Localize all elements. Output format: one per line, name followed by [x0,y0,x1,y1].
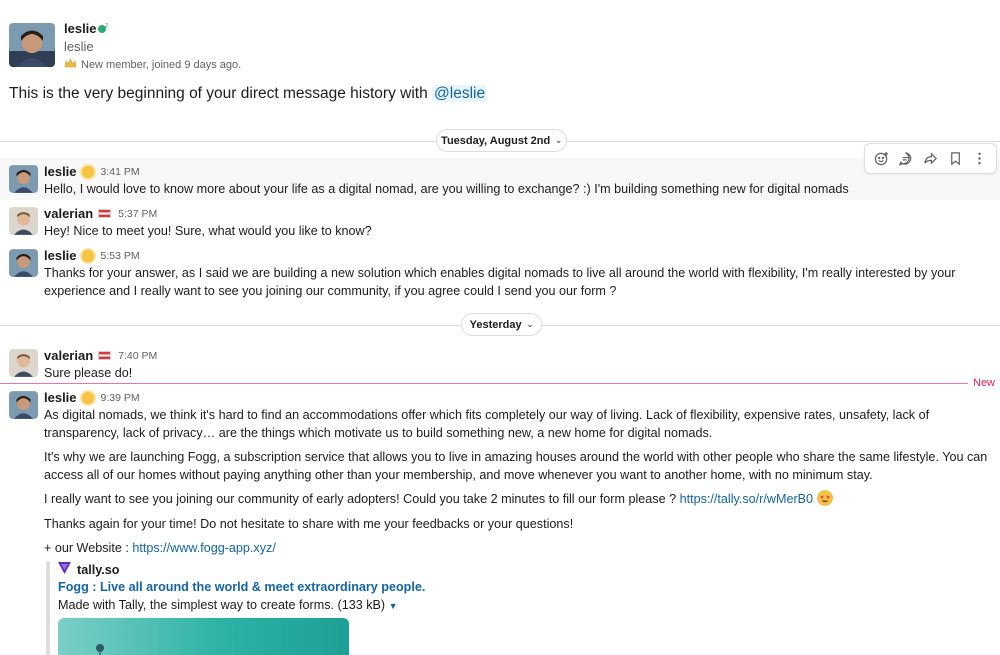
chevron-down-icon: ⌄ [526,320,534,329]
message-header: leslie 5:53 PM [44,248,140,263]
date-divider-tuesday[interactable]: Tuesday, August 2nd ⌄ [436,129,567,152]
valerian-avatar[interactable] [9,207,38,235]
message-text: Hey! Nice to meet you! Sure, what would … [44,224,372,238]
sun-badge-icon [81,249,94,262]
message-text: Thanks for your answer, as I said we are… [44,266,956,298]
leslie-avatar-large[interactable] [9,23,55,67]
message-paragraph: As digital nomads, we think it's hard to… [44,408,930,440]
message-header: valerian 7:40 PM [44,348,157,363]
message-header: leslie 3:41 PM [44,164,140,179]
bookmark-icon[interactable] [944,148,966,170]
unfurl-site: tally.so [58,562,119,577]
unfurl-accent-bar [46,561,50,655]
unfurl-title-link[interactable]: Fogg : Live all around the world & meet … [58,580,425,594]
message-paragraph: It's why we are launching Fogg, a subscr… [44,450,988,482]
new-messages-label: New [973,377,996,389]
date-divider-yesterday[interactable]: Yesterday ⌄ [461,313,542,336]
sun-badge-icon [81,165,94,178]
paragraph-text: + our Website : [44,541,129,555]
unfurl-site-name[interactable]: tally.so [77,563,119,577]
star-struck-emoji-icon [816,490,833,506]
new-messages-line [0,383,968,384]
tally-form-link[interactable]: https://tally.so/r/wMerB0 [680,492,813,506]
date-label: Yesterday [469,318,522,331]
reply-in-thread-icon[interactable] [895,148,917,170]
intro-username[interactable]: leslie [64,21,97,36]
author-name[interactable]: leslie [44,248,77,263]
caret-down-icon[interactable]: ▼ [389,601,398,611]
valerian-avatar[interactable] [9,349,38,377]
author-name[interactable]: valerian [44,348,93,363]
user-mention[interactable]: @leslie [432,85,488,102]
date-label: Tuesday, August 2nd [441,134,551,147]
leslie-avatar[interactable] [9,391,38,419]
message-header: leslie 9:39 PM [44,390,140,405]
timestamp[interactable]: 7:40 PM [118,350,157,362]
website-link[interactable]: https://www.fogg-app.xyz/ [132,541,276,555]
history-beginning-text: This is the very beginning of your direc… [9,85,488,103]
unfurl-description: Made with Tally, the simplest way to cre… [58,598,398,612]
new-member-note: New member, joined 9 days ago. [64,58,241,72]
new-member-text: New member, joined 9 days ago. [81,59,242,71]
timestamp[interactable]: 3:41 PM [101,166,140,178]
message-text: Hello, I would love to know more about y… [44,182,849,196]
message-text: Sure please do! [44,366,133,380]
history-beginning-label: This is the very beginning of your direc… [9,85,428,102]
add-reaction-icon[interactable] [870,148,892,170]
flag-icon [98,209,112,218]
forward-icon[interactable] [919,148,941,170]
message-paragraph: + our Website : https://www.fogg-app.xyz… [44,539,996,557]
message-actions-toolbar [864,143,997,174]
intro-handle: leslie [64,39,94,54]
sun-badge-icon [81,391,94,404]
more-actions-icon[interactable] [969,148,991,170]
new-member-icon [64,58,77,72]
leslie-avatar[interactable] [9,165,38,193]
leslie-avatar[interactable] [9,249,38,277]
svg-text:z: z [105,22,108,29]
flag-icon [98,351,112,360]
author-name[interactable]: valerian [44,206,93,221]
author-name[interactable]: leslie [44,164,77,179]
unfurl-preview-image[interactable] [58,618,349,655]
status-icon: z [97,21,111,35]
author-name[interactable]: leslie [44,390,77,405]
message-header: valerian 5:37 PM [44,206,157,221]
message-paragraph: I really want to see you joining our com… [44,490,996,508]
chevron-down-icon: ⌄ [555,136,562,145]
timestamp[interactable]: 9:39 PM [101,392,140,404]
tally-logo-icon [58,562,71,577]
timestamp[interactable]: 5:53 PM [101,250,140,262]
message-paragraph: Thanks again for your time! Do not hesit… [44,517,574,531]
unfurl-description-text: Made with Tally, the simplest way to cre… [58,598,386,612]
timestamp[interactable]: 5:37 PM [118,208,157,220]
paragraph-text: I really want to see you joining our com… [44,492,677,506]
